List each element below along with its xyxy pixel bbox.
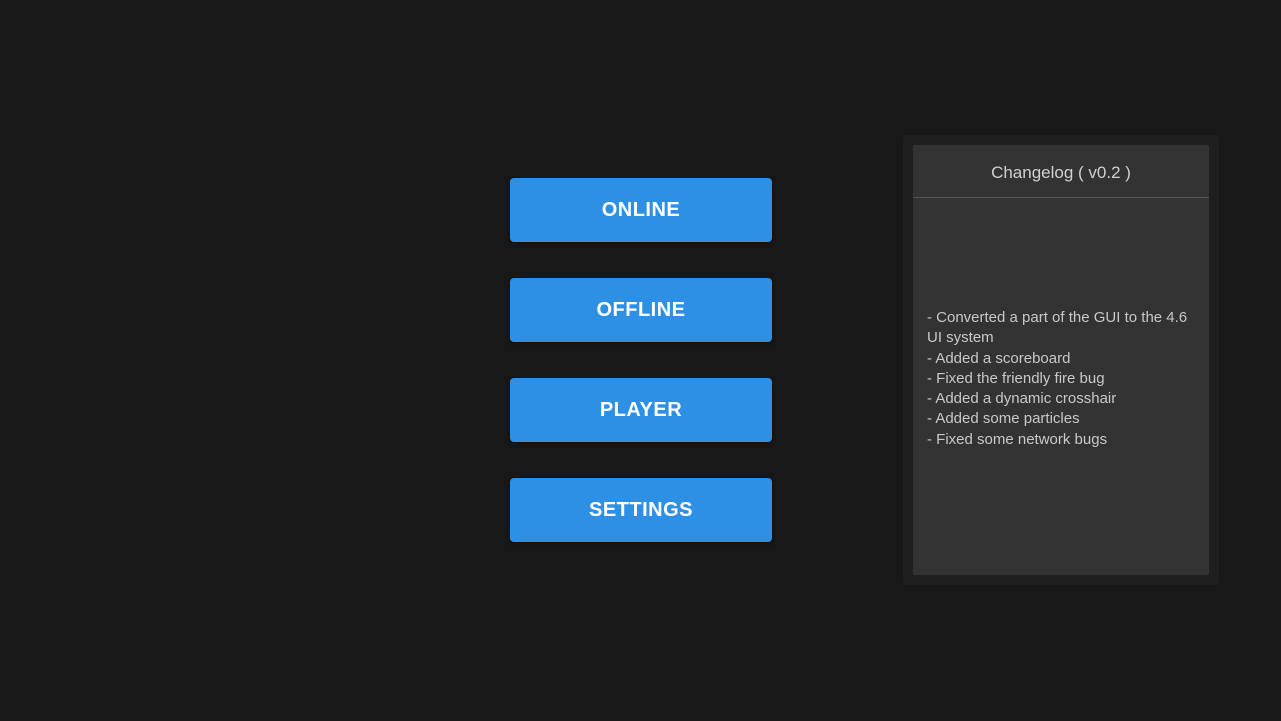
changelog-panel: Changelog ( v0.2 ) - Converted a part of…: [903, 135, 1219, 585]
offline-button[interactable]: OFFLINE: [510, 278, 772, 342]
settings-button[interactable]: SETTINGS: [510, 478, 772, 542]
changelog-item: - Converted a part of the GUI to the 4.6…: [927, 308, 1195, 349]
changelog-inner: Changelog ( v0.2 ) - Converted a part of…: [913, 145, 1209, 575]
changelog-item: - Fixed some network bugs: [927, 430, 1195, 450]
player-button[interactable]: PLAYER: [510, 378, 772, 442]
main-menu: ONLINE OFFLINE PLAYER SETTINGS: [510, 178, 772, 542]
changelog-item: - Added a scoreboard: [927, 349, 1195, 369]
changelog-title: Changelog ( v0.2 ): [913, 145, 1209, 198]
changelog-item: - Added a dynamic crosshair: [927, 389, 1195, 409]
online-button[interactable]: ONLINE: [510, 178, 772, 242]
changelog-content: - Converted a part of the GUI to the 4.6…: [913, 198, 1209, 464]
changelog-item: - Fixed the friendly fire bug: [927, 369, 1195, 389]
changelog-item: - Added some particles: [927, 409, 1195, 429]
